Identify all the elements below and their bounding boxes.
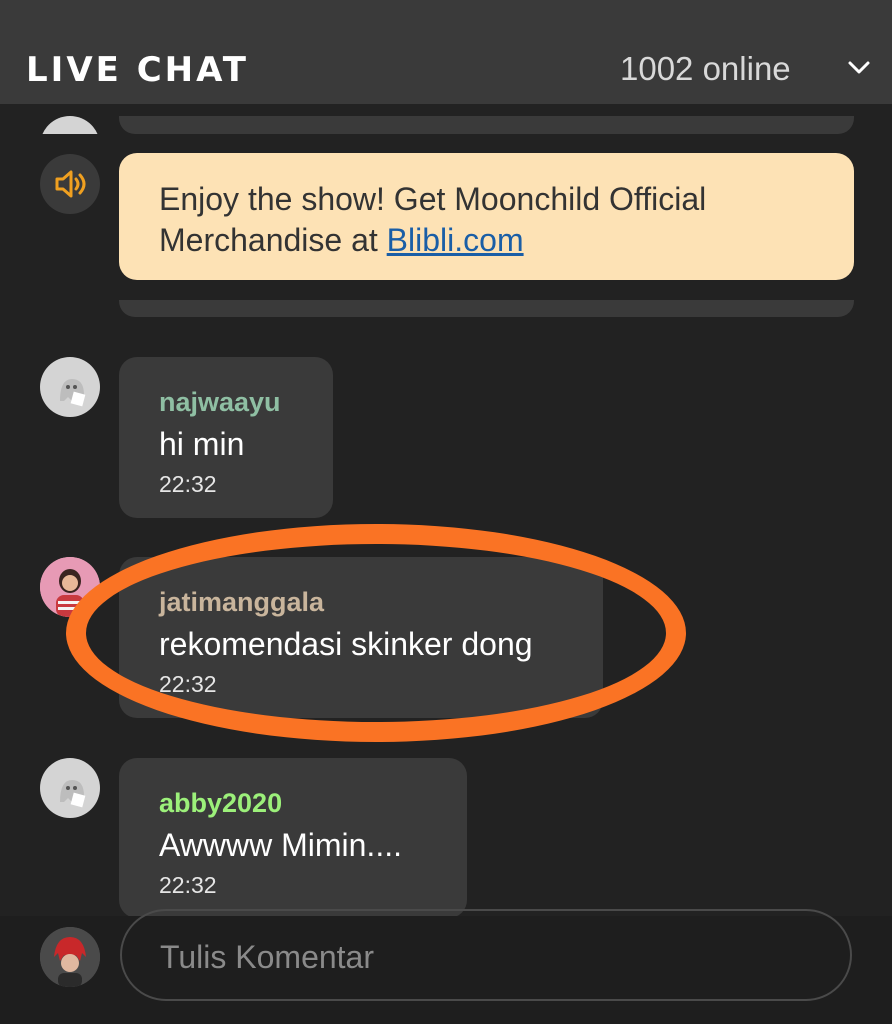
user-avatar-najwaayu[interactable] (40, 357, 100, 417)
announcement-banner: Enjoy the show! Get Moonchild Official M… (119, 153, 854, 280)
scrolled-bubble (119, 116, 854, 134)
scrolled-avatar (40, 116, 100, 134)
online-count: 1002 online (620, 50, 791, 87)
message-username[interactable]: najwaayu (159, 387, 281, 418)
announcement-link[interactable]: Blibli.com (387, 222, 524, 258)
message-bubble[interactable]: abby2020 Awwww Mimin.... 22:32 (119, 758, 467, 918)
message-username[interactable]: abby2020 (159, 788, 282, 819)
my-avatar[interactable] (40, 927, 100, 987)
speaker-icon (55, 170, 86, 198)
chat-header: LIVE CHAT 1002 online (0, 0, 892, 104)
message-text: Awwww Mimin.... (159, 827, 402, 863)
comment-input[interactable]: Tulis Komentar (120, 909, 852, 1001)
chevron-down-icon[interactable] (846, 58, 872, 78)
chat-title: LIVE CHAT (26, 50, 249, 90)
highlight-oval (66, 524, 686, 742)
ghost-avatar-icon (60, 379, 86, 407)
ghost-avatar-icon (60, 780, 86, 808)
message-text: hi min (159, 426, 245, 462)
profile-avatar-icon (40, 927, 100, 987)
message-time: 22:32 (159, 471, 217, 497)
comment-placeholder: Tulis Komentar (160, 939, 374, 975)
message-bubble[interactable]: najwaayu hi min 22:32 (119, 357, 333, 518)
speaker-avatar (40, 154, 100, 214)
announcement-shadow (119, 300, 854, 317)
message-time: 22:32 (159, 872, 217, 898)
user-avatar-abby2020[interactable] (40, 758, 100, 818)
